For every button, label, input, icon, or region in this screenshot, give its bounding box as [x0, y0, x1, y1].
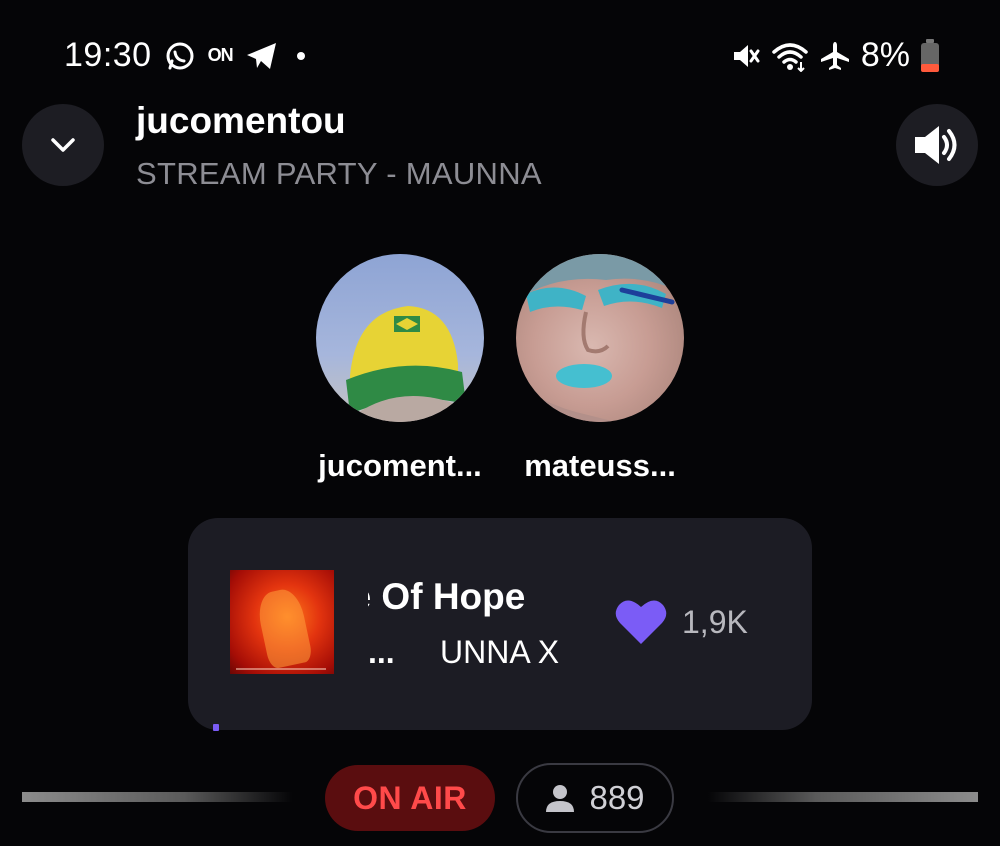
- stream-subtitle: STREAM PARTY - MAUNNA: [136, 156, 542, 191]
- track-info[interactable]: se Of Hope ... UNNA X: [368, 568, 588, 678]
- like-button[interactable]: [612, 594, 670, 648]
- album-text-strip: [236, 668, 326, 670]
- status-left: 19:30 ON: [64, 36, 305, 75]
- now-playing-card[interactable]: se Of Hope ... UNNA X 1,9K: [188, 518, 812, 730]
- airplane-icon: [819, 40, 851, 72]
- divider-left: [22, 792, 292, 802]
- participant-item[interactable]: mateuss...: [500, 254, 700, 484]
- listeners-count: 889: [589, 779, 645, 816]
- track-title: se Of Hope: [368, 576, 526, 617]
- track-progress-indicator: [213, 724, 219, 731]
- mute-icon: [731, 41, 761, 71]
- collapse-button[interactable]: [22, 104, 104, 186]
- notification-dot: [296, 51, 305, 60]
- album-cover[interactable]: [230, 570, 334, 674]
- album-figure-decoration: [254, 586, 314, 670]
- wifi-icon: [771, 40, 809, 72]
- volume-icon: [912, 123, 962, 167]
- status-right: 8%: [731, 36, 940, 75]
- listeners-button[interactable]: 889: [516, 763, 674, 833]
- avatar[interactable]: [316, 254, 484, 422]
- participant-name: jucoment...: [318, 448, 482, 483]
- like-count: 1,9K: [682, 604, 748, 640]
- person-icon: [545, 783, 575, 813]
- battery-low-icon: [920, 38, 940, 73]
- telegram-icon: [245, 40, 279, 72]
- status-bar: 19:30 ON 8%: [0, 28, 1000, 84]
- track-artist-prefix: ...: [368, 634, 395, 670]
- avatar[interactable]: [516, 254, 684, 422]
- participant-item[interactable]: jucoment...: [300, 254, 500, 484]
- participant-name: mateuss...: [524, 448, 676, 483]
- chevron-down-icon: [50, 137, 76, 153]
- whatsapp-icon: [164, 40, 196, 72]
- battery-percent: 8%: [860, 36, 910, 74]
- track-artist: UNNA X: [440, 634, 560, 670]
- volume-button[interactable]: [896, 104, 978, 186]
- stream-host-title: jucomentou: [136, 100, 346, 141]
- on-badge: ON: [207, 45, 234, 65]
- divider-right: [708, 792, 978, 802]
- participants-list: jucoment... mateuss...: [300, 254, 700, 484]
- heart-icon: [614, 596, 668, 646]
- on-air-badge: ON AIR: [325, 765, 495, 831]
- status-time: 19:30: [64, 36, 152, 74]
